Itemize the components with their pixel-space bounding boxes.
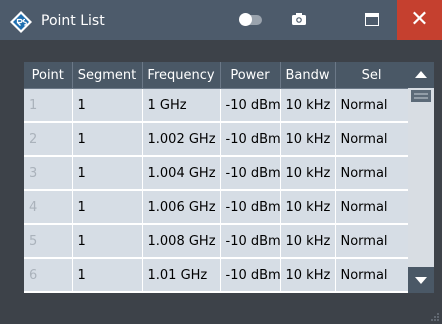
cell-segment[interactable]: 1 [72, 258, 143, 293]
cell-frequency[interactable]: 1.002 GHz [142, 122, 221, 157]
scroll-down-arrow-icon [415, 277, 427, 284]
cell-point: 2 [24, 122, 73, 157]
toggle-knob [239, 13, 252, 26]
column-header-point[interactable]: Point [24, 62, 73, 89]
title-bar[interactable]: Point List ✕ [0, 0, 442, 40]
resize-grip-icon[interactable] [428, 310, 440, 322]
table-row[interactable]: 3 1 1.004 GHz -10 dBm 10 kHz Normal [24, 156, 408, 191]
cell-sel[interactable]: Normal [335, 122, 408, 157]
window-title: Point List [41, 13, 105, 29]
cell-frequency[interactable]: 1 GHz [142, 88, 221, 123]
scroll-thumb[interactable] [411, 90, 431, 102]
cell-sel[interactable]: Normal [335, 224, 408, 259]
cell-bandwidth[interactable]: 10 kHz [280, 156, 336, 191]
point-list-table-frame: Point Segment Frequency Power Bandw Sel … [24, 62, 434, 293]
column-header-sel[interactable]: Sel [335, 62, 408, 89]
cell-power[interactable]: -10 dBm [220, 258, 281, 293]
cell-bandwidth[interactable]: 10 kHz [280, 224, 336, 259]
cell-power[interactable]: -10 dBm [220, 224, 281, 259]
cell-frequency[interactable]: 1.008 GHz [142, 224, 221, 259]
cell-segment[interactable]: 1 [72, 190, 143, 225]
scroll-down-button[interactable] [408, 267, 434, 293]
cell-segment[interactable]: 1 [72, 224, 143, 259]
table-row[interactable]: 1 1 1 GHz -10 dBm 10 kHz Normal [24, 88, 408, 123]
cell-frequency[interactable]: 1.004 GHz [142, 156, 221, 191]
camera-icon [292, 13, 306, 25]
cell-power[interactable]: -10 dBm [220, 88, 281, 123]
column-header-frequency[interactable]: Frequency [142, 62, 221, 89]
column-header-power[interactable]: Power [220, 62, 281, 89]
cell-bandwidth[interactable]: 10 kHz [280, 88, 336, 123]
cell-point: 5 [24, 224, 73, 259]
cell-sel[interactable]: Normal [335, 190, 408, 225]
table-row[interactable]: 6 1 1.01 GHz -10 dBm 10 kHz Normal [24, 258, 408, 293]
cell-power[interactable]: -10 dBm [220, 156, 281, 191]
cell-sel[interactable]: Normal [335, 156, 408, 191]
close-icon: ✕ [410, 7, 429, 32]
cell-power[interactable]: -10 dBm [220, 190, 281, 225]
cell-bandwidth[interactable]: 10 kHz [280, 258, 336, 293]
screenshot-button[interactable] [278, 0, 320, 40]
table-header-row: Point Segment Frequency Power Bandw Sel [24, 62, 408, 89]
point-list-table: Point Segment Frequency Power Bandw Sel … [24, 62, 408, 293]
close-button[interactable]: ✕ [397, 0, 442, 40]
table-row[interactable]: 2 1 1.002 GHz -10 dBm 10 kHz Normal [24, 122, 408, 157]
maximize-button[interactable] [352, 0, 394, 40]
maximize-icon [365, 13, 379, 26]
vertical-scrollbar[interactable] [408, 62, 434, 293]
cell-bandwidth[interactable]: 10 kHz [280, 122, 336, 157]
column-header-bandwidth[interactable]: Bandw [280, 62, 336, 89]
toggle-button[interactable] [230, 0, 272, 40]
cell-point: 3 [24, 156, 73, 191]
cell-segment[interactable]: 1 [72, 122, 143, 157]
cell-power[interactable]: -10 dBm [220, 122, 281, 157]
table-row[interactable]: 5 1 1.008 GHz -10 dBm 10 kHz Normal [24, 224, 408, 259]
cell-point: 1 [24, 88, 73, 123]
grip-lines-icon [414, 93, 428, 99]
cell-sel[interactable]: Normal [335, 258, 408, 293]
cell-sel[interactable]: Normal [335, 88, 408, 123]
table-row[interactable]: 4 1 1.006 GHz -10 dBm 10 kHz Normal [24, 190, 408, 225]
column-header-segment[interactable]: Segment [72, 62, 143, 89]
cell-bandwidth[interactable]: 10 kHz [280, 190, 336, 225]
cell-point: 4 [24, 190, 73, 225]
scroll-up-arrow-icon [415, 71, 427, 78]
scroll-up-button[interactable] [408, 62, 434, 88]
cell-frequency[interactable]: 1.01 GHz [142, 258, 221, 293]
cell-frequency[interactable]: 1.006 GHz [142, 190, 221, 225]
table-viewport: Point Segment Frequency Power Bandw Sel … [24, 62, 408, 293]
cell-segment[interactable]: 1 [72, 88, 143, 123]
cell-segment[interactable]: 1 [72, 156, 143, 191]
rohde-schwarz-logo-icon [10, 11, 32, 33]
cell-point: 6 [24, 258, 73, 293]
